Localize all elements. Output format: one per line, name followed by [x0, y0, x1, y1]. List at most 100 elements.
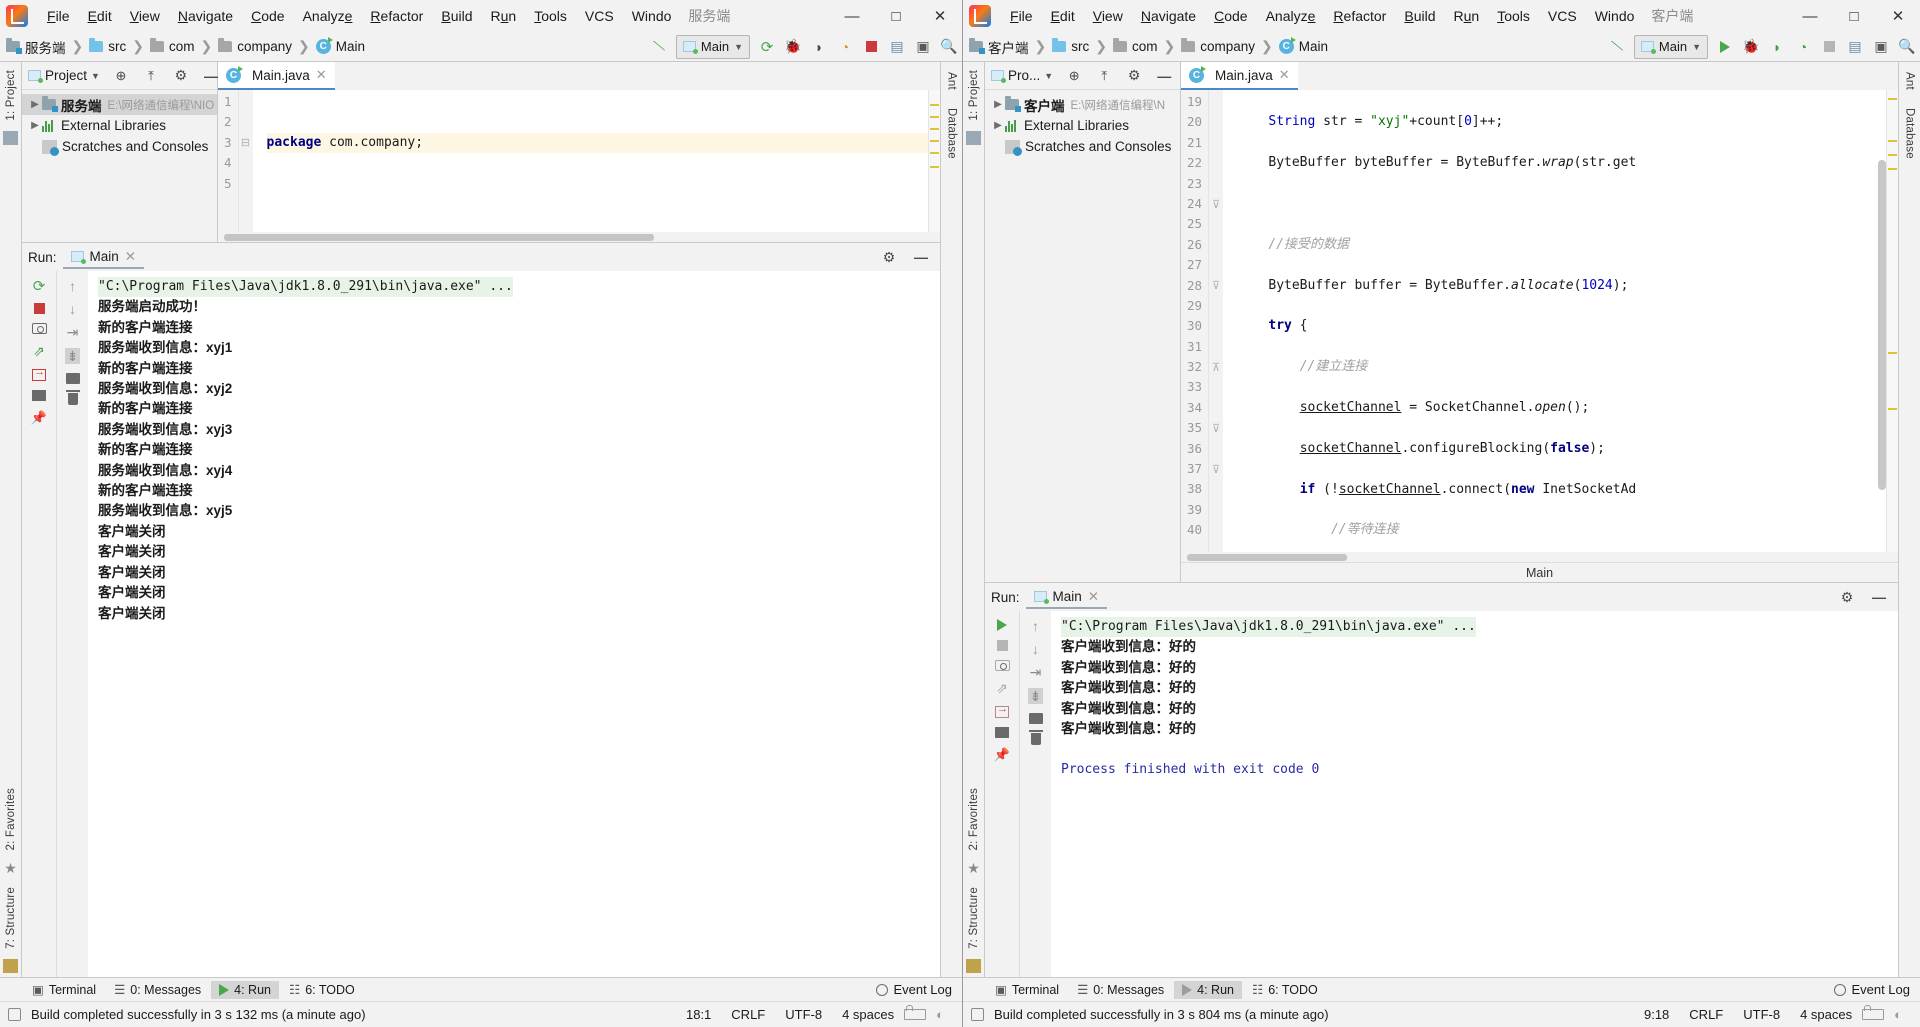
- close-tab-icon[interactable]: ✕: [125, 249, 136, 265]
- maximize-button[interactable]: □: [1832, 1, 1876, 31]
- menu-run[interactable]: Run: [1445, 5, 1489, 27]
- soft-wrap-icon[interactable]: ⇥: [1030, 665, 1042, 679]
- close-tab-icon[interactable]: ✕: [1279, 67, 1290, 83]
- menu-view[interactable]: View: [121, 5, 169, 27]
- chevron-right-icon[interactable]: ▶: [28, 120, 42, 131]
- toolwindow-todo[interactable]: ☷ 6: TODO: [281, 980, 363, 999]
- rerun-icon[interactable]: ⟳: [33, 279, 46, 294]
- menu-edit[interactable]: Edit: [1042, 5, 1084, 27]
- structure-strip-icon[interactable]: [966, 130, 981, 145]
- close-button[interactable]: ✕: [1876, 1, 1920, 31]
- strip-button-ant[interactable]: Ant: [1904, 68, 1916, 94]
- hide-panel-icon[interactable]: —: [1151, 64, 1177, 88]
- menu-build[interactable]: Build: [1395, 5, 1444, 27]
- scroll-to-end-icon[interactable]: ⇟: [64, 348, 81, 364]
- strip-button-structure[interactable]: 7: Structure: [5, 883, 17, 953]
- toolwindow-terminal[interactable]: ▣ Terminal: [987, 980, 1067, 999]
- status-inspection-icon[interactable]: ◐: [1884, 1007, 1912, 1022]
- menu-tools[interactable]: Tools: [525, 5, 576, 27]
- exit-icon[interactable]: [32, 366, 46, 381]
- event-log-button[interactable]: Event Log: [866, 982, 962, 997]
- editor-marker-bar[interactable]: [1886, 90, 1898, 552]
- status-line-separator[interactable]: CRLF: [1679, 1007, 1733, 1022]
- editor-marker-bar[interactable]: [928, 90, 940, 232]
- rerun-play-icon[interactable]: [997, 619, 1007, 631]
- scroll-from-source-icon[interactable]: ⊕: [1061, 64, 1087, 88]
- code-editor-left[interactable]: 1 2 3 4 5 ⊟ package com.company;: [218, 90, 940, 232]
- menu-refactor[interactable]: Refactor: [1324, 5, 1395, 27]
- close-button[interactable]: ✕: [918, 1, 962, 31]
- status-caret-position[interactable]: 18:1: [676, 1007, 721, 1022]
- lock-icon[interactable]: [904, 1005, 927, 1020]
- strip-button-project[interactable]: 1: Project: [5, 66, 17, 125]
- profile-button[interactable]: ◔: [832, 35, 858, 59]
- menu-analyze[interactable]: Analyze: [294, 5, 362, 27]
- fold-marker-catch[interactable]: ⊽: [1209, 418, 1223, 438]
- event-log-button[interactable]: Event Log: [1824, 982, 1920, 997]
- breadcrumb-company[interactable]: company ❯: [1181, 38, 1279, 55]
- project-structure-button[interactable]: ▤: [1842, 35, 1868, 59]
- trash-icon[interactable]: [1028, 730, 1043, 745]
- scroll-down-icon[interactable]: ↓: [1032, 642, 1039, 656]
- toolwindow-run[interactable]: 4: Run: [211, 980, 279, 999]
- hide-panel-icon[interactable]: —: [908, 245, 934, 269]
- project-pane-title[interactable]: Pro... ▼: [991, 68, 1053, 83]
- menu-navigate[interactable]: Navigate: [1132, 5, 1205, 27]
- console-output-left[interactable]: "C:\Program Files\Java\jdk1.8.0_291\bin\…: [88, 271, 940, 977]
- run-with-coverage-button[interactable]: ◗: [1764, 35, 1790, 59]
- tree-row-project[interactable]: ▶ 客户端 E:\网络通信编程\N: [985, 94, 1180, 115]
- trash-icon[interactable]: [65, 390, 80, 405]
- menu-window[interactable]: Windo: [1586, 5, 1644, 27]
- close-tab-icon[interactable]: ✕: [316, 67, 327, 83]
- status-encoding[interactable]: UTF-8: [775, 1007, 832, 1022]
- chevron-right-icon[interactable]: ▶: [991, 120, 1005, 131]
- strip-button-favorites[interactable]: 2: Favorites: [968, 784, 980, 854]
- status-line-separator[interactable]: CRLF: [721, 1007, 775, 1022]
- breadcrumb-com[interactable]: com ❯: [149, 38, 218, 55]
- scroll-down-icon[interactable]: ↓: [69, 302, 76, 316]
- structure-icon[interactable]: [966, 959, 981, 973]
- strip-button-ant[interactable]: Ant: [946, 68, 958, 94]
- status-caret-position[interactable]: 9:18: [1634, 1007, 1679, 1022]
- chevron-right-icon[interactable]: ▶: [28, 99, 42, 110]
- editor-tab-main-java[interactable]: C Main.java ✕: [218, 62, 335, 90]
- status-indent[interactable]: 4 spaces: [832, 1007, 904, 1022]
- stop-button[interactable]: [858, 35, 884, 59]
- menu-vcs[interactable]: VCS: [576, 5, 623, 27]
- collapse-all-icon[interactable]: ⤒: [1091, 64, 1117, 88]
- structure-icon[interactable]: [3, 959, 18, 973]
- project-structure-button[interactable]: ▤: [884, 35, 910, 59]
- structure-strip-icon[interactable]: [3, 130, 18, 145]
- camera-icon[interactable]: [994, 660, 1010, 671]
- tree-row-scratches[interactable]: Scratches and Consoles: [22, 136, 217, 157]
- project-pane-title[interactable]: Project ▼: [28, 68, 100, 83]
- camera-icon[interactable]: [31, 323, 47, 334]
- build-hammer-icon[interactable]: ⟍: [646, 35, 672, 59]
- strip-button-structure[interactable]: 7: Structure: [968, 883, 980, 953]
- gear-icon[interactable]: ⚙: [168, 64, 194, 88]
- debug-button[interactable]: 🐞: [780, 35, 806, 59]
- scroll-up-icon[interactable]: ↑: [1032, 619, 1039, 633]
- minimize-button[interactable]: —: [830, 1, 874, 31]
- breadcrumb-company[interactable]: company ❯: [218, 38, 316, 55]
- lock-icon[interactable]: [1862, 1005, 1885, 1020]
- toolwindow-terminal[interactable]: ▣ Terminal: [24, 980, 104, 999]
- fold-gutter[interactable]: ⊽ ⊽ ⊼ ⊽ ⊽: [1209, 90, 1224, 552]
- run-with-coverage-button[interactable]: ◗: [806, 35, 832, 59]
- favorites-star-icon[interactable]: ★: [967, 860, 980, 877]
- run-configuration-selector[interactable]: Main ▼: [1633, 34, 1708, 59]
- layout-icon[interactable]: [995, 727, 1009, 738]
- print-icon[interactable]: [65, 373, 80, 384]
- close-tab-icon[interactable]: ✕: [1088, 589, 1099, 605]
- breadcrumb-src[interactable]: src ❯: [1052, 38, 1113, 55]
- pin-icon[interactable]: 📌: [31, 410, 47, 426]
- breadcrumb-com[interactable]: com ❯: [1112, 38, 1181, 55]
- print-icon[interactable]: [1028, 713, 1043, 724]
- toolwindow-messages[interactable]: ☰ 0: Messages: [1069, 980, 1172, 999]
- strip-button-database[interactable]: Database: [946, 104, 958, 163]
- exit-icon[interactable]: [995, 703, 1009, 718]
- stop-icon[interactable]: [996, 640, 1008, 651]
- editor-tab-main-java[interactable]: C Main.java ✕: [1181, 62, 1298, 90]
- fold-marker-close[interactable]: ⊽: [1209, 459, 1223, 479]
- run-configuration-selector[interactable]: Main ▼: [675, 34, 750, 59]
